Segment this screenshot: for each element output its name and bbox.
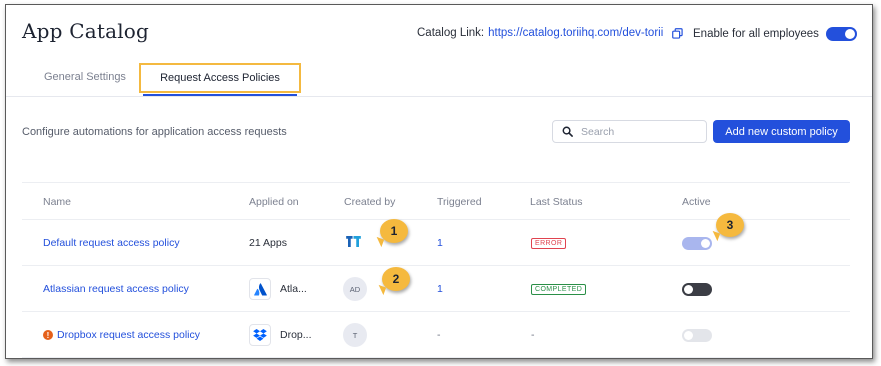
column-header-name[interactable]: Name <box>43 196 71 208</box>
column-header-active: Active <box>682 196 711 208</box>
tab-request-access-policies[interactable]: Request Access Policies <box>139 63 301 93</box>
avatar: AD <box>343 277 367 301</box>
catalog-link-url[interactable]: https://catalog.toriihq.com/dev-torii <box>488 27 663 39</box>
copy-icon[interactable] <box>672 27 683 39</box>
callout-marker-1: 1 <box>380 219 408 243</box>
callout-marker-2: 2 <box>382 267 410 291</box>
policy-name-link[interactable]: Dropbox request access policy <box>57 329 200 341</box>
warning-icon: ! <box>43 330 53 340</box>
search-box[interactable] <box>552 120 707 143</box>
triggered-count: - <box>437 329 441 341</box>
triggered-count[interactable]: 1 <box>437 283 443 295</box>
tab-bar: General Settings Request Access Policies <box>6 63 872 97</box>
add-custom-policy-button[interactable]: Add new custom policy <box>713 120 850 143</box>
active-toggle[interactable] <box>682 282 712 296</box>
search-input[interactable] <box>581 125 691 138</box>
last-status-text: - <box>531 329 535 341</box>
search-icon <box>562 126 573 137</box>
atlassian-logo-icon <box>249 278 271 300</box>
enable-all-label: Enable for all employees <box>693 28 819 40</box>
dropbox-logo-icon <box>249 324 271 346</box>
tab-general-settings[interactable]: General Settings <box>44 71 126 83</box>
enable-all-toggle[interactable] <box>825 27 857 41</box>
applied-on-text: Atla... <box>280 283 307 295</box>
triggered-count[interactable]: 1 <box>437 237 443 249</box>
active-toggle[interactable] <box>682 236 712 250</box>
page-title: App Catalog <box>22 19 150 43</box>
applied-on-text: Drop... <box>280 329 312 341</box>
table-row: ! Dropbox request access policy Drop... … <box>22 312 850 358</box>
catalog-link-bar: Catalog Link: https://catalog.toriihq.co… <box>417 27 683 39</box>
column-header-last-status: Last Status <box>530 196 583 208</box>
enable-all-employees: Enable for all employees <box>693 27 857 41</box>
policies-table: Name Applied on Created by Triggered Las… <box>22 182 850 358</box>
avatar: T <box>343 323 367 347</box>
column-header-applied-on: Applied on <box>249 196 299 208</box>
column-header-triggered: Triggered <box>437 196 482 208</box>
active-toggle-disabled <box>682 328 712 342</box>
column-header-created-by: Created by <box>344 196 396 208</box>
status-badge: COMPLETED <box>531 283 587 295</box>
status-badge: ERROR <box>531 237 567 249</box>
policy-name-link[interactable]: Default request access policy <box>43 237 180 249</box>
callout-marker-3: 3 <box>716 213 744 237</box>
applied-on-text: 21 Apps <box>249 237 287 249</box>
table-row: Atlassian request access policy Atla... … <box>22 266 850 312</box>
policy-name-link[interactable]: Atlassian request access policy <box>43 283 189 295</box>
section-description: Configure automations for application ac… <box>22 126 287 138</box>
active-tab-indicator <box>143 94 297 96</box>
app-catalog-panel: App Catalog Catalog Link: https://catalo… <box>5 4 873 359</box>
torii-logo-icon <box>346 236 361 250</box>
catalog-link-label: Catalog Link: <box>417 27 485 39</box>
